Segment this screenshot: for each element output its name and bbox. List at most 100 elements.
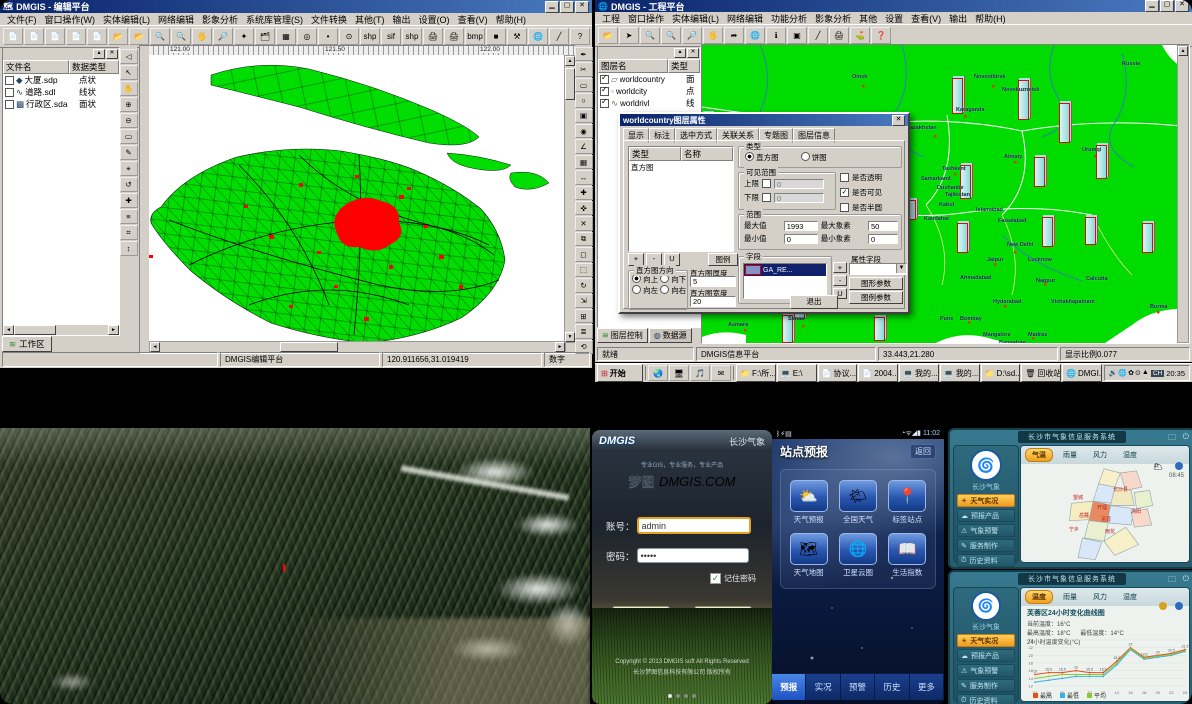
menu-item[interactable]: 实体编辑(L) (668, 12, 723, 25)
minimize-button[interactable]: ▁ (545, 1, 559, 13)
bmp-icon[interactable]: bmp (465, 28, 485, 45)
power-icon[interactable]: ⏻ (1183, 432, 1189, 442)
update-icon[interactable]: ⊙ (1135, 369, 1141, 377)
sif-export-icon[interactable]: sif (381, 28, 401, 45)
graph-params-button[interactable]: 图形参数 (849, 277, 903, 290)
layer-checkbox[interactable]: ✓ (600, 87, 609, 96)
cross-icon[interactable]: ✜ (575, 201, 593, 215)
menu-item[interactable]: 查看(V) (907, 12, 945, 25)
menu-item[interactable]: 输出 (389, 13, 415, 26)
taskbar-button[interactable]: 📁 F:\所... (736, 364, 776, 382)
angle-icon[interactable]: ∠ (575, 139, 593, 153)
mail-icon[interactable]: ✉ (711, 365, 731, 381)
copy-icon[interactable]: ⧉ (575, 232, 593, 246)
layer-row[interactable]: ✓ ∿ worldrivl 线 (598, 97, 700, 109)
pan-icon[interactable]: 🖐 (703, 27, 723, 44)
print-icon[interactable]: 🖨 (829, 27, 849, 44)
grid-col-type[interactable]: 类型 (629, 147, 681, 161)
tab-temperature[interactable]: 温度 (1025, 590, 1053, 604)
menu-item[interactable]: 系统库管理(S) (242, 13, 307, 26)
insert-icon[interactable]: ✚ (575, 186, 593, 200)
undo-icon[interactable]: ↺ (120, 177, 138, 192)
refresh-icon[interactable]: ✦ (234, 28, 254, 45)
rect-icon[interactable]: ▭ (120, 129, 138, 144)
open-folder-icon[interactable]: 📂 (598, 27, 618, 44)
draw-rect-icon[interactable]: ▭ (575, 78, 593, 92)
menu-item[interactable]: 文件(F) (3, 13, 41, 26)
panel-hscrollbar[interactable]: ◄ ► (3, 325, 119, 335)
app-shortcut[interactable]: 📍 标签站点 (884, 480, 931, 525)
volume-icon[interactable]: 🔊 (1109, 369, 1118, 377)
app-shortcut[interactable]: 🗺 天气地图 (785, 533, 832, 578)
close-button[interactable]: ✕ (1175, 0, 1189, 12)
select-icon[interactable]: ◁ (120, 49, 138, 64)
menu-item[interactable]: 输出 (945, 12, 971, 25)
nav-tab-forecast[interactable]: 预报 (772, 674, 806, 700)
taskbar-button[interactable]: 💻 我的... (940, 364, 980, 382)
sidebar-item-warning[interactable]: ⚠气象预警 (957, 524, 1015, 537)
av-icon[interactable]: ✿ (1128, 369, 1134, 377)
draw-fill-icon[interactable]: ▣ (575, 109, 593, 123)
tab-rain[interactable]: 雨量 (1057, 591, 1083, 603)
help-icon[interactable]: ? (570, 28, 590, 45)
delete-icon[interactable]: ✕ (575, 216, 593, 230)
maximize-button[interactable]: ▢ (1160, 0, 1174, 12)
zoom-in-icon[interactable]: 🔍 (640, 27, 660, 44)
option-checkbox[interactable]: 是否透明 (840, 172, 902, 183)
alert-icon[interactable]: ▲ (1142, 369, 1149, 377)
app-shortcut[interactable]: ⛅ 天气预报 (785, 480, 832, 525)
layer-checkbox[interactable]: ✓ (600, 75, 609, 84)
attr-field-combo[interactable]: ▼ (849, 263, 907, 275)
zoom-rect-icon[interactable]: 🔎 (213, 28, 233, 45)
menu-item[interactable]: 影象分析 (811, 12, 855, 25)
draw-node-icon[interactable]: ◉ (575, 124, 593, 138)
sidebar-item-forecast[interactable]: ☁预报产品 (957, 649, 1015, 662)
list-icon[interactable]: ≡ (120, 209, 138, 224)
open-folder-icon[interactable]: 📂 (108, 28, 128, 45)
bar-width-field[interactable]: 20 (690, 296, 736, 307)
menu-item[interactable]: 其他 (855, 12, 881, 25)
dot-icon[interactable]: • (318, 28, 338, 45)
column-header[interactable]: 图层名 (598, 59, 668, 73)
print-icon[interactable]: 🖨 (423, 28, 443, 45)
menu-item[interactable]: 文件转换 (307, 13, 351, 26)
option-checkbox[interactable]: 是否半圆 (840, 202, 902, 213)
arrow-icon[interactable]: ↖ (120, 65, 138, 80)
window-icon[interactable]: ⊞ (575, 309, 593, 323)
refresh-icon[interactable] (1175, 462, 1183, 470)
stretch-icon[interactable]: ↔ (575, 170, 593, 184)
maxpx-field[interactable]: 50 (868, 221, 898, 231)
layer-control-tab[interactable]: ≋图层控制 (597, 328, 648, 343)
minimize-button[interactable]: ▁ (1145, 0, 1159, 12)
layers-icon[interactable]: 🗂 (255, 28, 275, 45)
zoom-in-icon[interactable]: 🔍 (150, 28, 170, 45)
hand-icon[interactable]: ✋ (120, 81, 138, 96)
lower-limit-row[interactable]: 下限 0 (744, 192, 832, 203)
nav-tab-live[interactable]: 实况 (806, 674, 840, 700)
chevron-down-icon[interactable]: ▼ (896, 264, 906, 273)
zoom-out-icon[interactable]: 🔍 (171, 28, 191, 45)
account-input[interactable] (637, 517, 751, 534)
save-doc-icon[interactable]: 📄 (45, 28, 65, 45)
column-header[interactable]: 数据类型 (69, 60, 119, 74)
resize-icon[interactable]: ⇲ (575, 294, 593, 308)
grid-icon[interactable]: ▦ (276, 28, 296, 45)
data-source-tab[interactable]: ◍数据源 (649, 328, 692, 343)
layer-checkbox[interactable] (5, 76, 14, 85)
menu-item[interactable]: 工程 (598, 12, 624, 25)
locate-icon[interactable]: ◎ (297, 28, 317, 45)
menu-item[interactable]: 实体编辑(L) (99, 13, 154, 26)
minpx-field[interactable]: 0 (868, 234, 898, 244)
radio-pie[interactable]: 饼图 (801, 152, 827, 163)
legend-item[interactable]: 最高 (1033, 691, 1052, 700)
back-button[interactable]: 返回 (910, 444, 936, 459)
column-header[interactable]: 类型 (668, 59, 700, 73)
doc-icon[interactable]: 📄 (66, 28, 86, 45)
field-add-button[interactable]: + (833, 262, 847, 273)
menu-item[interactable]: 网络编辑 (154, 13, 198, 26)
district-map[interactable]: 望城长沙县开福岳麓芙蓉浏阳雨花宁乡 (1039, 460, 1169, 563)
legend-item[interactable]: 平均 (1087, 691, 1106, 700)
nav-tab-history[interactable]: 历史 (875, 674, 909, 700)
sun-toggle-icon[interactable] (1159, 602, 1167, 610)
grid-col-name[interactable]: 名称 (681, 147, 733, 161)
